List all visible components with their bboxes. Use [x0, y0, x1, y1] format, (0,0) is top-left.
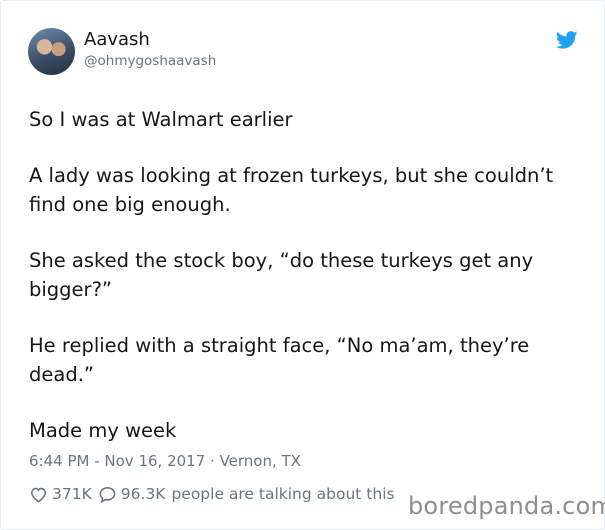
meta-separator: ·: [205, 452, 220, 470]
tweet-paragraph: A lady was looking at frozen turkeys, bu…: [29, 164, 554, 216]
tweet-date[interactable]: Nov 16, 2017: [104, 452, 205, 470]
tweet-time[interactable]: 6:44 PM: [29, 452, 89, 470]
tweet-card: Aavash @ohmygoshaavash So I was at Walma…: [0, 0, 605, 530]
tweet-text: So I was at Walmart earlier A lady was l…: [29, 105, 584, 445]
tweet-paragraph: He replied with a straight face, “No ma’…: [29, 334, 530, 386]
twitter-bird-icon[interactable]: [556, 31, 578, 49]
reply-bubble-icon[interactable]: [98, 485, 117, 504]
tweet-paragraph: So I was at Walmart earlier: [29, 108, 293, 131]
tweet-paragraph: She asked the stock boy, “do these turke…: [29, 249, 534, 301]
meta-separator: -: [89, 452, 105, 470]
display-name[interactable]: Aavash: [84, 29, 150, 50]
user-handle[interactable]: @ohmygoshaavash: [84, 53, 216, 69]
tweet-meta: 6:44 PM - Nov 16, 2017 · Vernon, TX: [29, 452, 301, 470]
avatar[interactable]: [28, 28, 75, 75]
talking-about-link[interactable]: people are talking about this: [171, 485, 394, 503]
like-count[interactable]: 371K: [52, 485, 92, 503]
reply-count[interactable]: 96.3K: [121, 485, 166, 503]
boredpanda-watermark: boredpanda.com: [408, 492, 605, 520]
tweet-actions: 371K 96.3K people are talking about this: [29, 483, 395, 505]
tweet-location[interactable]: Vernon, TX: [220, 452, 301, 470]
heart-icon[interactable]: [29, 485, 48, 504]
tweet-paragraph: Made my week: [29, 419, 177, 442]
